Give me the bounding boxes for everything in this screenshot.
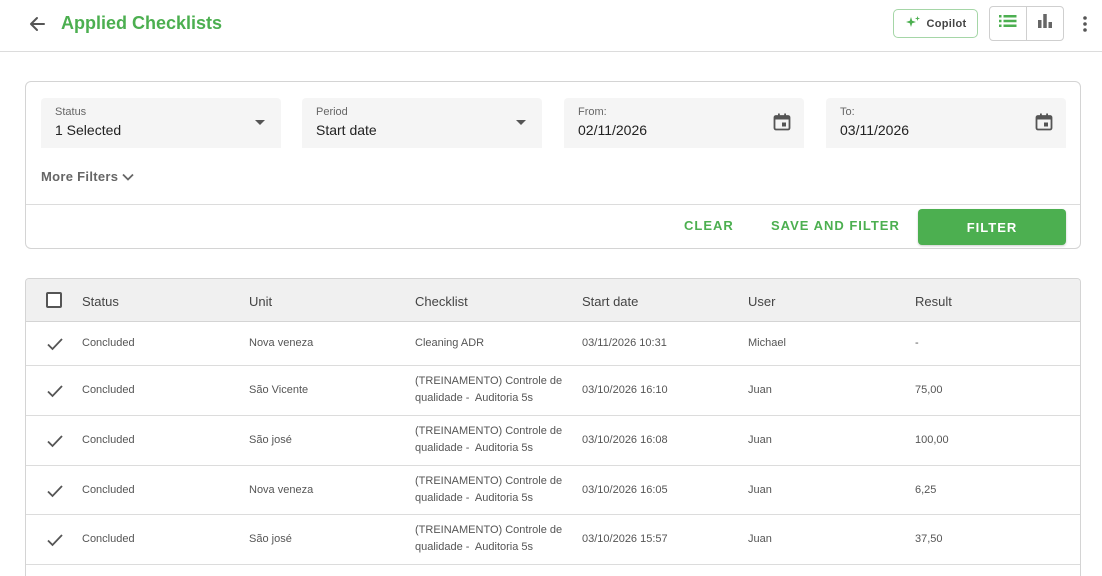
to-date-field[interactable]: To: 03/11/2026 <box>826 98 1066 148</box>
bar-chart-icon <box>1037 13 1053 34</box>
to-label: To: <box>840 106 855 118</box>
cell-status: Concluded <box>82 434 135 446</box>
status-value: 1 Selected <box>55 122 122 138</box>
dropdown-caret-icon <box>255 120 265 125</box>
list-view-button[interactable] <box>990 7 1027 40</box>
cell-start-date: 03/10/2026 16:05 <box>582 484 668 496</box>
copilot-label: Copilot <box>926 17 967 30</box>
cell-checklist-line1: (TREINAMENTO) Controle de <box>415 475 563 487</box>
cell-unit: Nova veneza <box>249 337 314 349</box>
table-header: Status Unit Checklist Start date User Re… <box>26 279 1080 322</box>
cell-unit: São josé <box>249 434 292 446</box>
table-row[interactable]: Concluded Nova veneza (TREINAMENTO) Cont… <box>26 466 1080 515</box>
column-header-result[interactable]: Result <box>915 294 952 309</box>
check-icon <box>46 531 64 549</box>
cell-start-date: 03/10/2026 16:08 <box>582 434 668 446</box>
list-view-icon <box>999 14 1017 33</box>
table-row[interactable]: Concluded São josé (TREINAMENTO) Control… <box>26 416 1080 466</box>
cell-unit: Nova veneza <box>249 484 314 496</box>
cell-result: 100,00 <box>915 434 949 446</box>
cell-checklist-line2: qualidade - Auditoria 5s <box>415 392 534 404</box>
sparkle-icon <box>905 15 921 32</box>
table-row[interactable]: Concluded São josé (TREINAMENTO) Control… <box>26 515 1080 565</box>
cell-start-date: 03/10/2026 15:57 <box>582 533 668 545</box>
page-title: Applied Checklists <box>61 13 223 33</box>
to-value: 03/11/2026 <box>840 122 910 138</box>
copilot-button[interactable]: Copilot <box>893 9 978 38</box>
check-icon <box>46 432 64 450</box>
cell-user: Juan <box>748 484 772 496</box>
more-filters-toggle[interactable]: More Filters <box>41 169 134 184</box>
cell-status: Concluded <box>82 384 135 396</box>
more-filters-label: More Filters <box>41 169 119 184</box>
filter-panel: Status 1 Selected Period Start date From… <box>25 81 1081 249</box>
checklists-table: Status Unit Checklist Start date User Re… <box>25 278 1081 576</box>
column-header-unit[interactable]: Unit <box>249 294 272 309</box>
status-label: Status <box>55 106 87 118</box>
view-toggle <box>989 6 1064 41</box>
cell-start-date: 03/11/2026 10:31 <box>582 337 667 349</box>
column-header-user[interactable]: User <box>748 294 775 309</box>
calendar-icon[interactable] <box>1034 112 1054 132</box>
cell-user: Michael <box>748 337 786 349</box>
cell-checklist-line1: (TREINAMENTO) Controle de <box>415 524 563 536</box>
cell-user: Juan <box>748 533 772 545</box>
cell-checklist-line1: (TREINAMENTO) Controle de <box>415 375 563 387</box>
cell-checklist: Cleaning ADR <box>415 337 485 349</box>
cell-result: 6,25 <box>915 484 937 496</box>
column-header-status[interactable]: Status <box>82 294 119 309</box>
period-value: Start date <box>316 122 377 138</box>
check-icon <box>46 335 64 353</box>
period-select[interactable]: Period Start date <box>302 98 542 148</box>
cell-unit: São josé <box>249 533 292 545</box>
cell-unit: São Vicente <box>249 384 309 396</box>
filter-button[interactable]: FILTER <box>918 209 1066 245</box>
column-header-start-date[interactable]: Start date <box>582 294 638 309</box>
calendar-icon[interactable] <box>772 112 792 132</box>
divider <box>26 204 1080 205</box>
cell-checklist-line2: qualidade - Auditoria 5s <box>415 442 534 454</box>
cell-result: 75,00 <box>915 384 943 396</box>
table-row[interactable]: Concluded São Vicente (TREINAMENTO) Cont… <box>26 366 1080 416</box>
cell-status: Concluded <box>82 484 135 496</box>
cell-result: - <box>915 337 919 349</box>
cell-user: Juan <box>748 434 772 446</box>
cell-checklist-line2: qualidade - Auditoria 5s <box>415 541 534 553</box>
select-all-checkbox[interactable] <box>46 292 62 308</box>
back-arrow-icon[interactable] <box>24 11 50 37</box>
dropdown-caret-icon <box>516 120 526 125</box>
cell-user: Juan <box>748 384 772 396</box>
app-header: Applied Checklists Copilot <box>0 0 1102 52</box>
cell-status: Concluded <box>82 533 135 545</box>
clear-button[interactable]: CLEAR <box>684 218 734 233</box>
status-select[interactable]: Status 1 Selected <box>41 98 281 148</box>
column-header-checklist[interactable]: Checklist <box>415 294 468 309</box>
table-row[interactable]: Concluded Nova veneza Cleaning ADR 03/11… <box>26 322 1080 366</box>
from-date-field[interactable]: From: 02/11/2026 <box>564 98 804 148</box>
cell-checklist-line2: qualidade - Auditoria 5s <box>415 492 534 504</box>
cell-start-date: 03/10/2026 16:10 <box>582 384 668 396</box>
from-label: From: <box>578 106 607 118</box>
cell-checklist-line1: (TREINAMENTO) Controle de <box>415 425 563 437</box>
chart-view-button[interactable] <box>1027 7 1063 40</box>
check-icon <box>46 482 64 500</box>
chevron-down-icon <box>122 169 134 184</box>
from-value: 02/11/2026 <box>578 122 648 138</box>
check-icon <box>46 382 64 400</box>
cell-status: Concluded <box>82 337 135 349</box>
save-and-filter-button[interactable]: SAVE AND FILTER <box>771 218 900 233</box>
cell-result: 37,50 <box>915 533 943 545</box>
period-label: Period <box>316 106 348 118</box>
more-vertical-icon[interactable] <box>1076 11 1094 37</box>
